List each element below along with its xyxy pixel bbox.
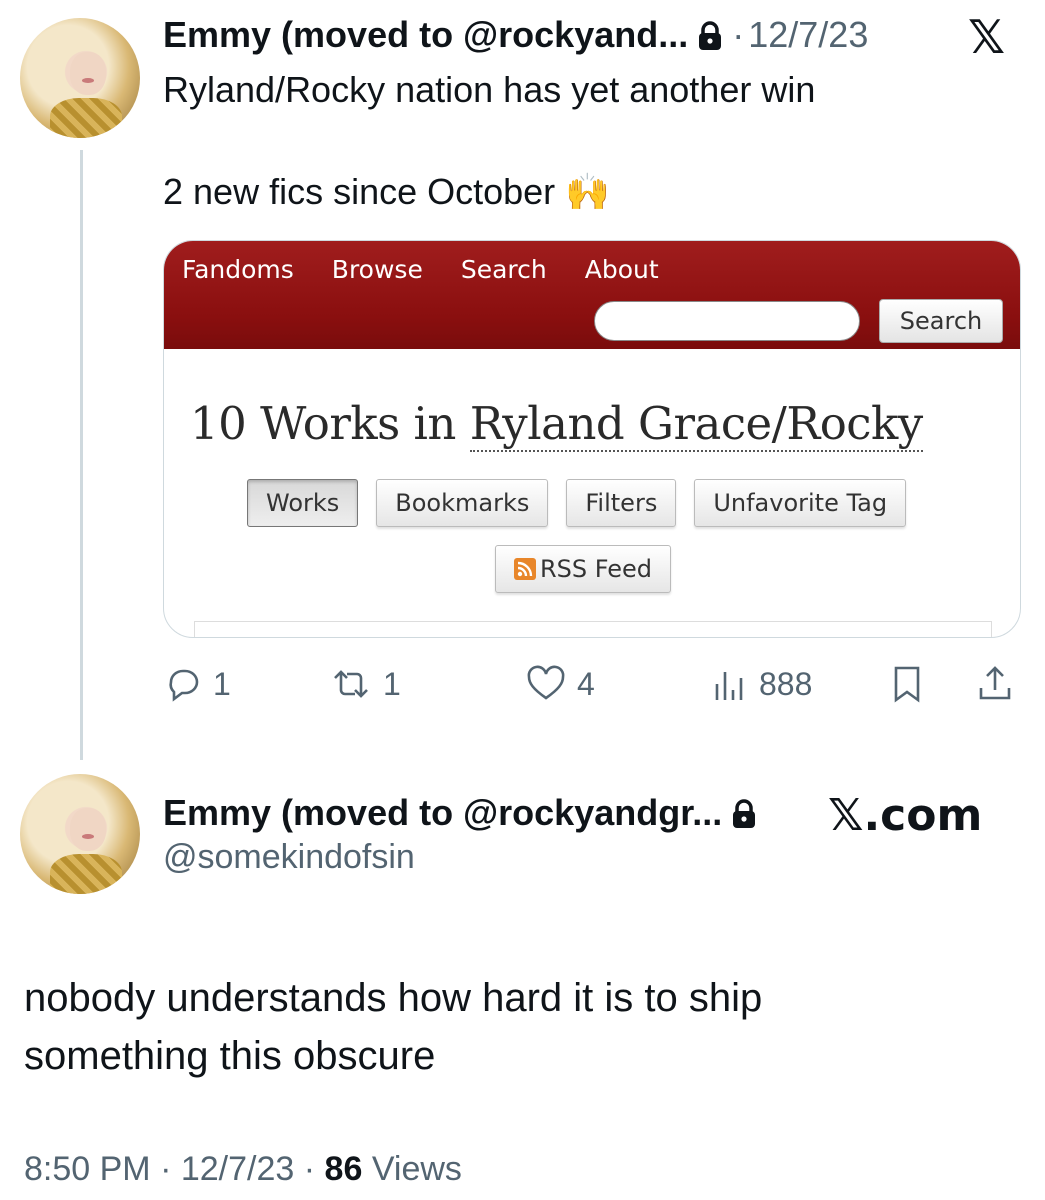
- views-count: 888: [759, 665, 813, 702]
- author-name[interactable]: Emmy (moved to @rockyandgr...: [163, 792, 722, 834]
- views-label: Views: [371, 1150, 462, 1188]
- repost-count: 1: [383, 665, 401, 702]
- ao3-nav-fandoms: Fandoms: [182, 255, 294, 284]
- share-icon: [979, 666, 1011, 700]
- separator: ·: [303, 1150, 316, 1188]
- tweet-time[interactable]: 8:50 PM: [24, 1150, 151, 1188]
- avatar[interactable]: [20, 18, 140, 138]
- ao3-nav: Fandoms Browse Search About: [182, 255, 659, 284]
- rss-icon: [514, 558, 536, 580]
- tweet-date[interactable]: 12/7/23: [181, 1150, 294, 1188]
- ao3-nav-search: Search: [460, 255, 547, 284]
- author-handle[interactable]: @somekindofsin: [163, 838, 415, 877]
- x-com-logo: 𝕏.com: [828, 790, 983, 841]
- reply-count: 1: [213, 665, 231, 702]
- ao3-bookmarks-button: Bookmarks: [376, 479, 549, 527]
- main-tweet-header: Emmy (moved to @rockyandgr...: [163, 792, 758, 834]
- action-bar: 1 1 4 888: [163, 664, 1023, 714]
- ao3-divider: [194, 621, 992, 637]
- repost-icon: [334, 670, 368, 698]
- quoted-tweet-header: Emmy (moved to @rockyand... · 12/7/23: [163, 14, 868, 56]
- ao3-works-button: Works: [247, 479, 359, 527]
- ao3-nav-browse: Browse: [331, 255, 423, 284]
- reply-button[interactable]: 1: [163, 664, 231, 704]
- reply-icon: [169, 669, 199, 702]
- lock-icon: [730, 797, 758, 829]
- separator: ·: [732, 14, 745, 55]
- ao3-rss-label: RSS Feed: [540, 555, 653, 583]
- lock-icon: [696, 19, 724, 51]
- embedded-image[interactable]: Fandoms Browse Search About Search 10 Wo…: [163, 240, 1021, 638]
- heart-icon: [527, 665, 565, 700]
- tweet-footer: 8:50 PM · 12/7/23 · 86 Views: [24, 1150, 462, 1189]
- views-count: 86: [324, 1150, 363, 1188]
- main-tweet-text-line2: something this obscure: [24, 1034, 436, 1078]
- ao3-button-row: Works Bookmarks Filters Unfavorite Tag: [247, 479, 907, 527]
- ao3-search-input: [594, 301, 860, 341]
- x-logo-icon: 𝕏: [968, 10, 1006, 64]
- ao3-title-tag: Ryland Grace/Rocky: [469, 397, 923, 452]
- like-count: 4: [577, 665, 595, 702]
- main-tweet-text-line1: nobody understands how hard it is to shi…: [24, 976, 763, 1020]
- ao3-unfavorite-tag-button: Unfavorite Tag: [694, 479, 907, 527]
- views-icon: [715, 672, 743, 700]
- separator: ·: [160, 1150, 172, 1188]
- ao3-filters-button: Filters: [566, 479, 677, 527]
- ao3-search-button: Search: [879, 299, 1003, 343]
- ao3-page-title: 10 Works in Ryland Grace/Rocky: [190, 397, 923, 452]
- share-button[interactable]: [975, 664, 1015, 704]
- tweet-date[interactable]: 12/7/23: [748, 14, 868, 56]
- thread-line: [80, 150, 83, 760]
- quoted-tweet-text-line1: Ryland/Rocky nation has yet another win: [163, 69, 816, 110]
- repost-button[interactable]: 1: [329, 664, 401, 704]
- author-name[interactable]: Emmy (moved to @rockyand...: [163, 14, 688, 56]
- bookmark-icon: [894, 666, 920, 703]
- ao3-rss-button: RSS Feed: [495, 545, 672, 593]
- bookmark-button[interactable]: [887, 664, 927, 704]
- ao3-header: Fandoms Browse Search About Search: [164, 241, 1020, 349]
- quoted-tweet-text-line2: 2 new fics since October 🙌: [163, 171, 610, 212]
- ao3-nav-about: About: [584, 255, 659, 284]
- ao3-title-prefix: 10 Works in: [190, 397, 470, 450]
- views-button[interactable]: 888: [709, 664, 812, 704]
- like-button[interactable]: 4: [525, 664, 595, 704]
- avatar[interactable]: [20, 774, 140, 894]
